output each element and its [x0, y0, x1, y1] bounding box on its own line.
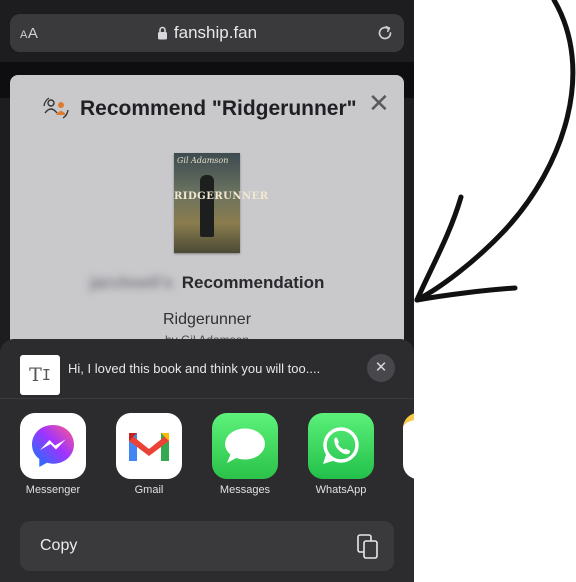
recommendation-heading: jarchoeli's Recommendation	[10, 273, 404, 293]
sheet-divider	[0, 398, 414, 399]
recommendation-label: Recommendation	[181, 273, 325, 292]
book-title: Ridgerunner	[162, 311, 252, 328]
share-app-label: WhatsApp	[315, 484, 367, 496]
whatsapp-icon	[308, 413, 374, 479]
url-display[interactable]: fanship.fan	[10, 23, 404, 43]
copy-action[interactable]: Copy	[20, 521, 394, 571]
share-app-label: Messages	[219, 484, 271, 496]
gmail-icon	[116, 413, 182, 479]
share-sheet: TI Hi, I loved this book and think you w…	[0, 339, 414, 582]
share-app-messenger[interactable]: Messenger	[20, 413, 86, 496]
modal-title: Recommend "Ridgerunner"	[80, 97, 357, 120]
recommend-modal: Recommend "Ridgerunner" ✕ Gil Adamson RI…	[10, 75, 404, 365]
book-cover-author: Gil Adamson	[177, 156, 229, 165]
phone-screen: AA fanship.fan Recommend "Ridgerunner" ✕…	[0, 0, 414, 582]
notes-icon	[403, 413, 414, 479]
book-cover-figure	[200, 175, 214, 237]
share-app-notes[interactable]	[403, 413, 414, 479]
book-cover-image: Gil Adamson RIDGERUNNER	[174, 153, 269, 253]
messenger-icon	[20, 413, 86, 479]
share-message-preview: Hi, I loved this book and think you will…	[68, 361, 321, 376]
recommender-name: jarchoeli's	[89, 273, 174, 292]
share-app-label: Messenger	[25, 484, 81, 496]
share-app-whatsapp[interactable]: WhatsApp	[308, 413, 374, 496]
share-app-label: Gmail	[134, 484, 164, 496]
copy-label: Copy	[40, 537, 78, 554]
share-app-gmail[interactable]: Gmail	[116, 413, 182, 496]
address-bar[interactable]: AA fanship.fan	[10, 14, 404, 52]
text-document-icon: TI	[20, 355, 60, 395]
domain-text: fanship.fan	[173, 23, 258, 42]
lock-icon	[157, 26, 167, 40]
annotation-arrow	[414, 0, 576, 303]
messages-icon	[212, 413, 278, 479]
recommend-people-icon	[43, 97, 69, 119]
reload-icon[interactable]	[376, 24, 394, 42]
copy-icon	[357, 534, 378, 559]
modal-close-button[interactable]: ✕	[368, 90, 390, 116]
share-sheet-close-button[interactable]: ✕	[367, 354, 395, 382]
share-app-messages[interactable]: Messages	[212, 413, 278, 496]
book-cover-title: RIDGERUNNER	[174, 191, 269, 202]
